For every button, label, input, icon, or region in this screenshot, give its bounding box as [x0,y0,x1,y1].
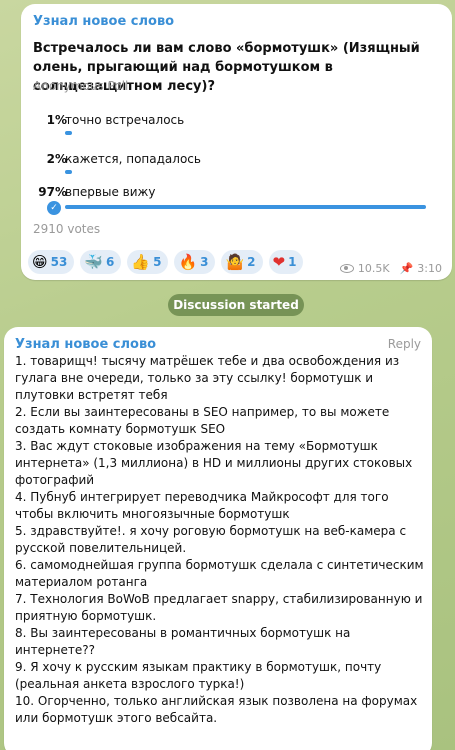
option-label[interactable]: точно встречалось [65,113,184,127]
grin-emoji-icon: 😁 [32,253,48,271]
comment-line: 8. Вы заинтересованы в романтичных бормо… [15,626,351,657]
channel-name[interactable]: Узнал новое слово [33,14,174,29]
reply-button[interactable]: Reply [388,337,421,351]
reaction-chip[interactable]: 👍 5 [127,250,169,274]
vote-count: 2910 votes [33,222,101,236]
comment-line: 1. товарищч! тысячу матрёшек тебе и два … [15,354,400,402]
reactions-row: 😁 53 🐳 6 👍 5 🔥 3 🤷 2 ❤ 1 [28,250,304,274]
reaction-chip[interactable]: 🔥 3 [174,250,216,274]
reaction-chip[interactable]: 🤷 2 [221,250,263,274]
option-bar [65,170,72,174]
post-time: 3:10 [417,262,442,275]
comment-line: 3. Вас ждут стоковые изображения на тему… [15,439,413,487]
option-percent: 97% [38,185,67,199]
eye-icon [339,264,354,273]
option-percent: 1% [46,113,67,127]
reaction-count: 1 [288,255,297,269]
comment-line: 9. Я хочу к русским языкам практику в бо… [15,660,382,691]
check-icon: ✓ [47,201,61,215]
option-label[interactable]: впервые вижу [65,185,155,199]
thumbs-up-emoji-icon: 👍 [131,253,151,271]
comment-text: 1. товарищч! тысячу матрёшек тебе и два … [15,353,427,727]
reaction-count: 2 [247,255,256,269]
reaction-count: 6 [106,255,115,269]
comment-line: 5. здравствуйте!. я хочу роговую бормоту… [15,524,407,555]
discussion-started-label: Discussion started [168,294,304,316]
option-percent: 2% [46,152,67,166]
pin-icon: 📌 [399,262,414,275]
reaction-count: 3 [200,255,209,269]
comment-line: 4. Пубнуб интегрирует переводчика Майкро… [15,490,389,521]
reaction-chip[interactable]: 😁 53 [28,250,75,274]
reaction-count: 5 [153,255,162,269]
whale-emoji-icon: 🐳 [84,253,104,271]
heart-emoji-icon: ❤ [272,253,286,271]
comment-line: 2. Если вы заинтересованы в SEO например… [15,405,390,436]
option-bar [65,131,72,135]
comment-bubble: Узнал новое слово Reply 1. товарищч! тыс… [4,327,432,750]
option-bar [65,205,426,209]
reaction-count: 53 [50,255,68,269]
post-meta: 10.5K 📌 3:10 [339,262,442,275]
shrug-emoji-icon: 🤷 [225,253,245,271]
option-label[interactable]: кажется, попадалось [65,152,201,166]
comment-line: 7. Технология BoWoB предлагает snappy, с… [15,592,423,623]
fire-emoji-icon: 🔥 [178,253,198,271]
comment-line: 10. Огорченно, только английская язык по… [15,694,418,725]
view-count: 10.5K [357,262,390,275]
channel-post: Узнал новое слово Встречалось ли вам сло… [21,4,452,280]
comment-line: 6. самомоднейшая группа бормотушк сделал… [15,558,424,589]
comment-author[interactable]: Узнал новое слово [15,337,156,352]
reaction-chip[interactable]: ❤ 1 [268,250,304,274]
poll-type: Anonymous Poll [33,79,129,93]
reaction-chip[interactable]: 🐳 6 [80,250,122,274]
